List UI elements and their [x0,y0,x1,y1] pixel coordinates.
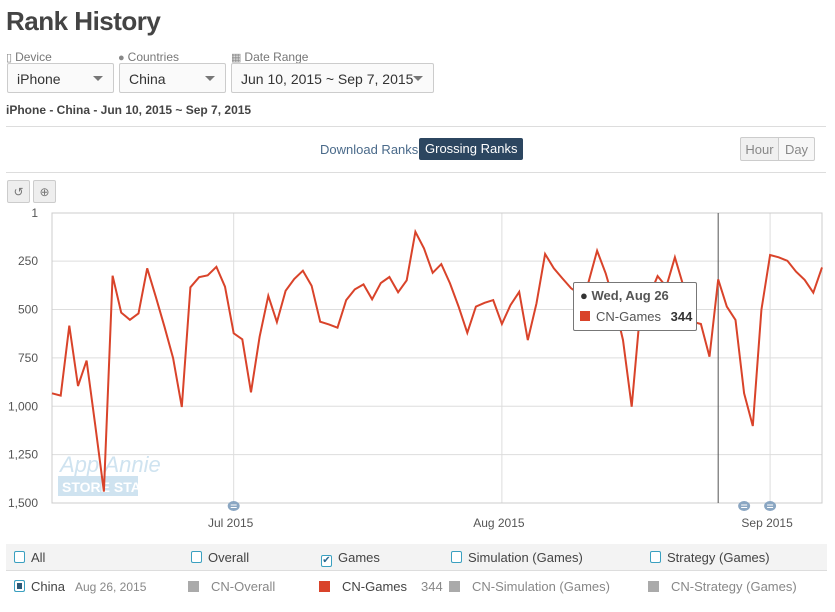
y-tick-label: 1,000 [8,399,38,413]
country-china[interactable]: China Aug 26, 2015 [14,579,146,594]
checkbox[interactable] [191,551,202,563]
series-cn-games[interactable]: CN-Games 344 [319,579,443,594]
series-label: CN-Games [342,579,408,594]
series-cn-simulation[interactable]: CN-Simulation (Games) [449,579,610,594]
category-strategy[interactable]: Strategy (Games) [650,550,770,565]
x-tick-label: Jul 2015 [208,516,254,530]
checkbox-checked-icon[interactable]: ✔ [321,555,332,567]
series-cn-overall[interactable]: CN-Overall [188,579,275,594]
series-label: CN-Strategy (Games) [671,579,797,594]
category-games[interactable]: ✔ Games [321,550,380,567]
checkbox[interactable] [650,551,661,563]
series-swatch [580,311,590,321]
legend-date: Aug 26, 2015 [74,580,147,594]
category-label: Strategy (Games) [667,550,770,565]
bubble-shape [227,501,240,511]
svg-text:STORE STATS: STORE STATS [62,479,158,495]
y-tick-label: 1,250 [8,448,38,462]
annotation-bubble-icon[interactable] [738,501,751,511]
series-cn-strategy[interactable]: CN-Strategy (Games) [648,579,797,594]
app-annie-watermark: App Annie STORE STATS [58,452,161,496]
category-all[interactable]: All [14,550,45,565]
series-line-cn-games [51,228,823,492]
series-value: 344 [421,579,443,594]
category-label: Overall [208,550,250,565]
country-label: China [31,579,65,594]
series-swatch [188,581,199,592]
y-tick-label: 250 [18,254,38,268]
series-label: CN-Overall [211,579,276,594]
globe-icon: ● [580,288,588,303]
annotation-bubble-icon[interactable] [764,501,777,511]
checkbox[interactable] [451,551,462,563]
series-legend: China Aug 26, 2015 CN-Overall CN-Games 344… [6,571,827,599]
bubble-shape [738,501,751,511]
rank-chart[interactable]: App Annie STORE STATS 1 250 500 750 1,000 1,2… [0,0,835,540]
y-tick-label: 1 [31,206,38,220]
tooltip: ● Wed, Aug 26 CN-Games 344 [573,282,697,331]
category-label: All [31,550,46,565]
series-swatch [449,581,460,592]
category-legend: All Overall ✔ Games Simulation (Games) St… [6,544,827,571]
x-tick-label: Aug 2015 [473,516,525,530]
svg-text:App Annie: App Annie [58,452,161,477]
category-label: Simulation (Games) [468,550,583,565]
series-swatch [319,581,330,592]
checkbox[interactable] [14,551,25,563]
category-simulation[interactable]: Simulation (Games) [451,550,583,565]
tooltip-series: CN-Games [596,309,662,324]
tooltip-value: 344 [670,309,693,324]
category-overall[interactable]: Overall [191,550,249,565]
series-swatch [648,581,659,592]
category-label: Games [338,550,380,565]
bubble-shape [764,501,777,511]
x-tick-label: Sep 2015 [741,516,793,530]
y-tick-label: 750 [18,351,38,365]
y-tick-label: 1,500 [8,496,38,510]
annotation-bubble-icon[interactable] [227,501,240,511]
y-tick-label: 500 [18,303,38,317]
radio-selected-icon[interactable] [14,580,25,592]
series-label: CN-Simulation (Games) [472,579,610,594]
tooltip-date: Wed, Aug 26 [591,288,669,303]
